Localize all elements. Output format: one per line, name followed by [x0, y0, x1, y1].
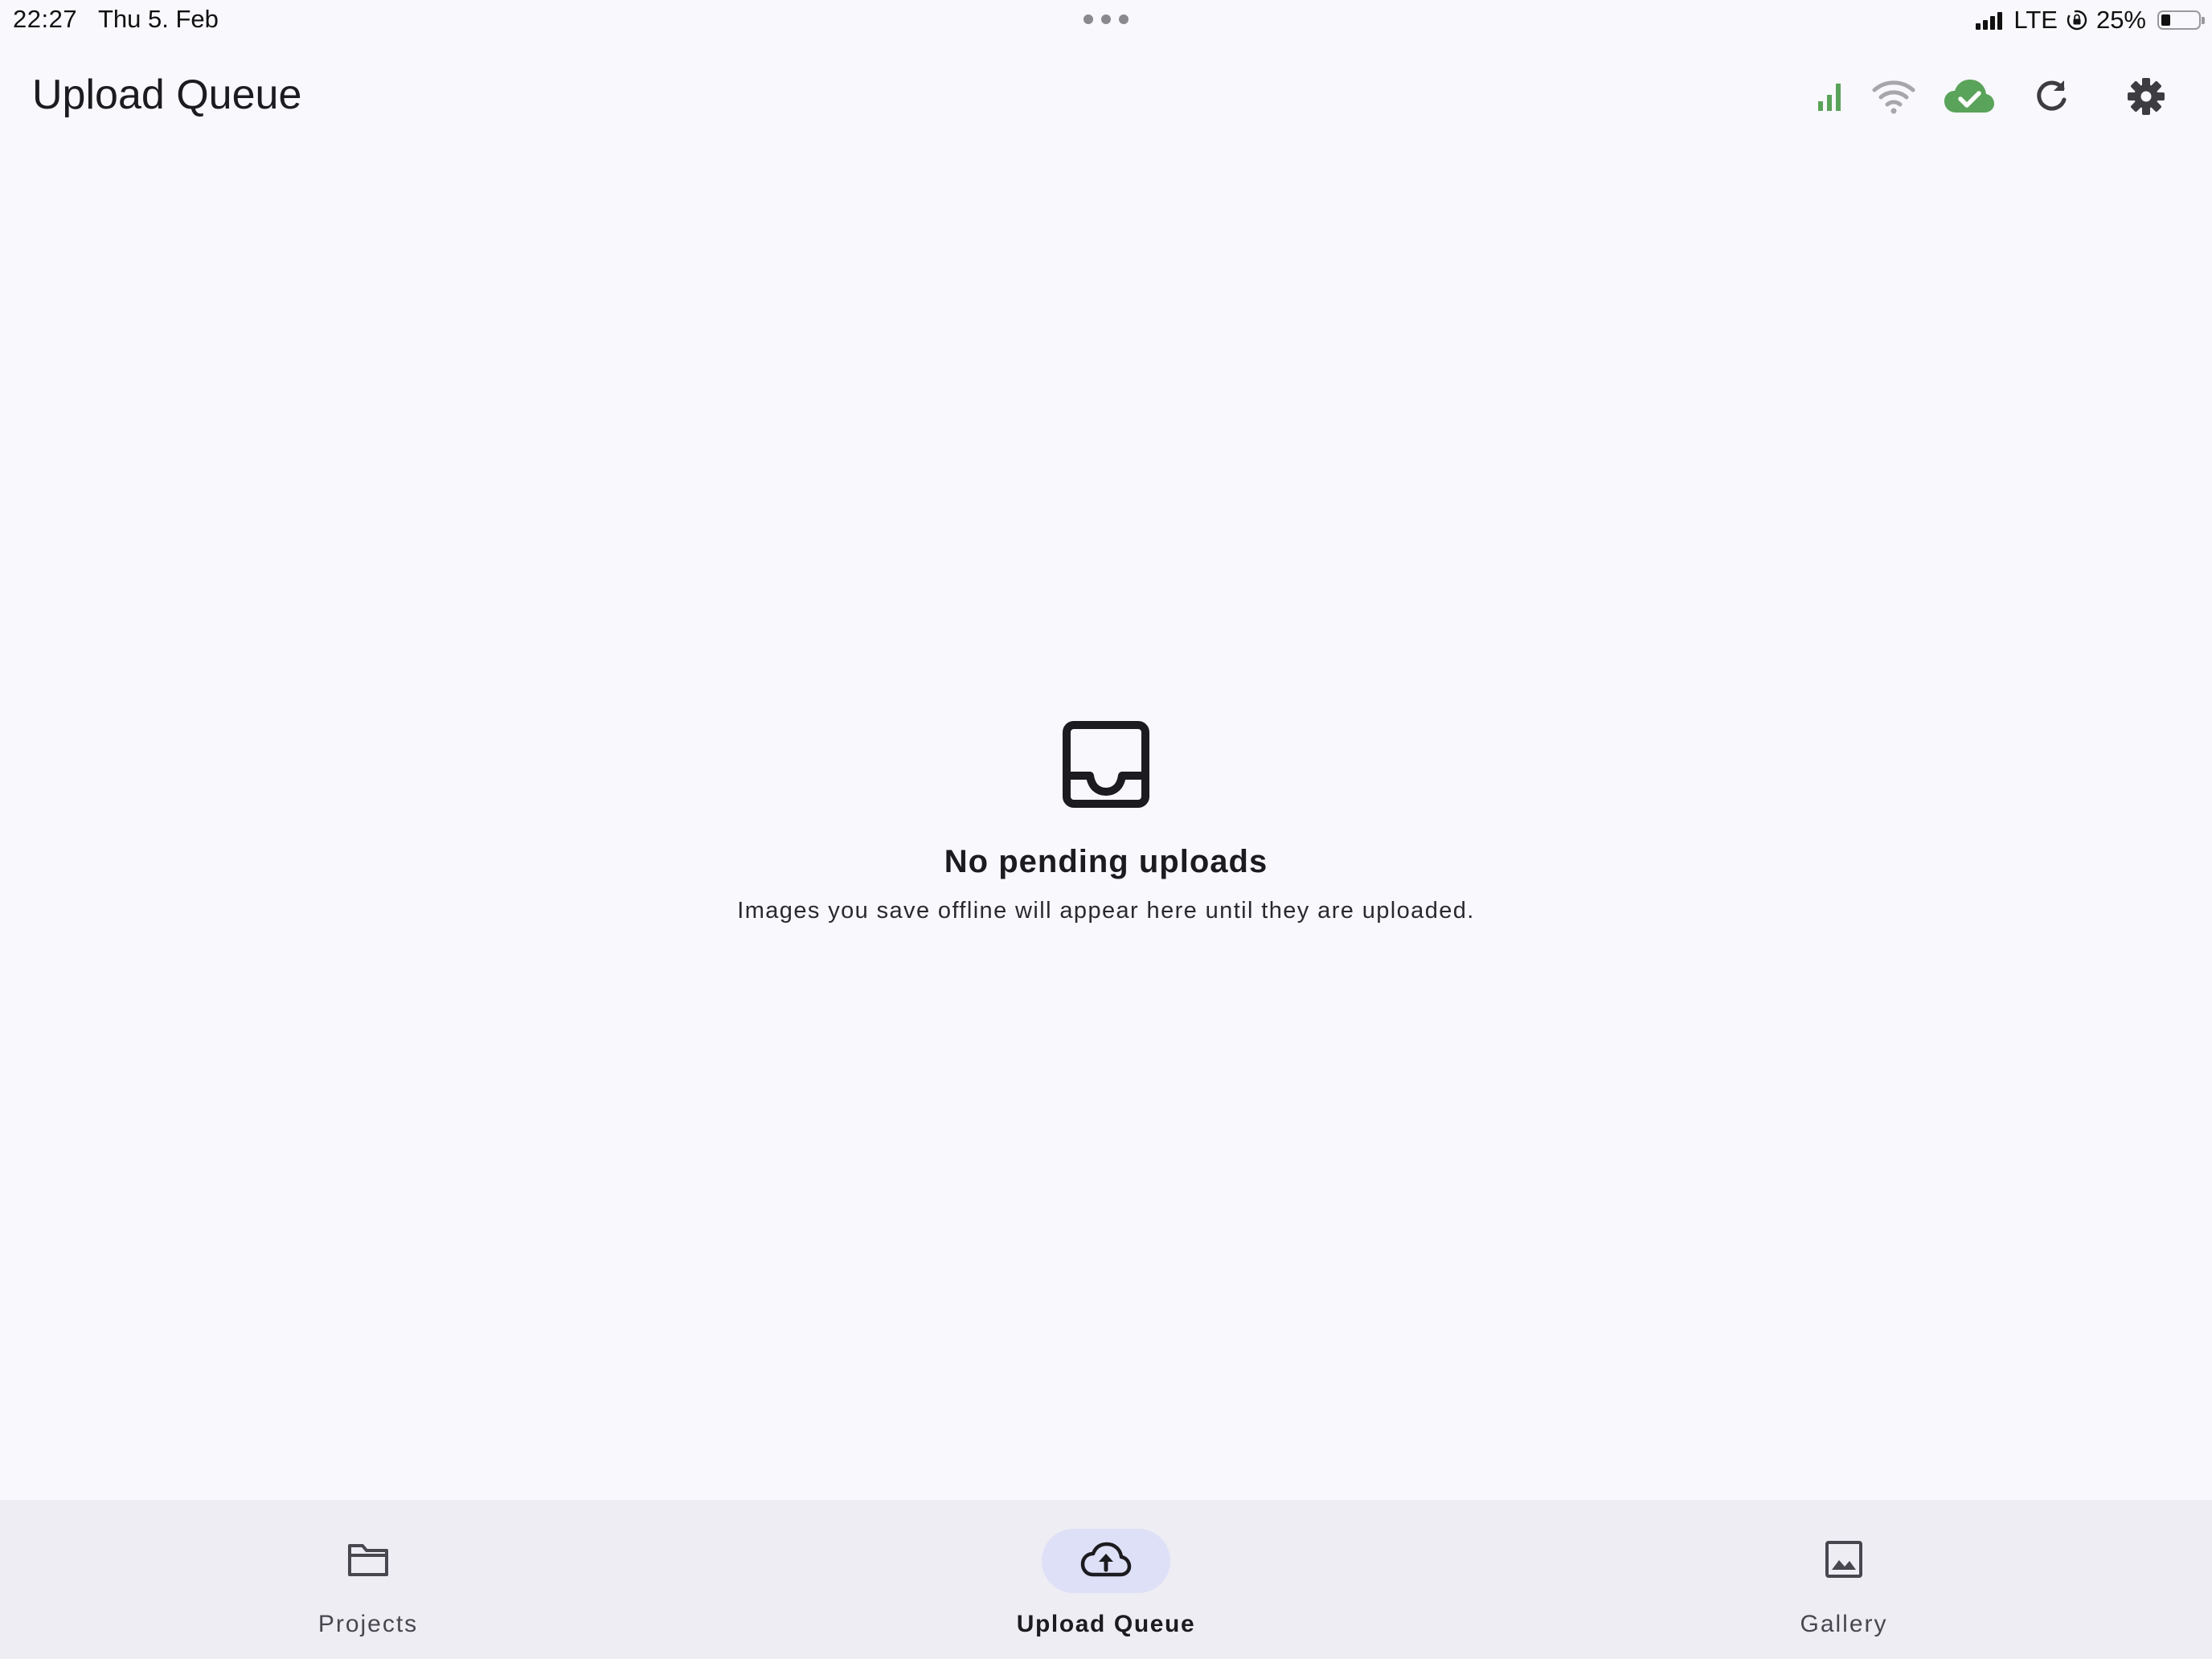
- multitasking-handle[interactable]: [1083, 14, 1129, 24]
- app-bar: Upload Queue: [0, 56, 2212, 137]
- network-type: LTE: [2013, 6, 2058, 34]
- nav-pill-gallery: [1780, 1529, 1908, 1593]
- nav-item-projects[interactable]: Projects: [207, 1500, 529, 1659]
- empty-state-title: No pending uploads: [944, 844, 1268, 879]
- nav-item-upload-queue[interactable]: Upload Queue: [945, 1500, 1267, 1659]
- cellular-signal-icon[interactable]: [1805, 71, 1857, 122]
- battery-percent: 25%: [2095, 6, 2146, 34]
- empty-state: No pending uploads Images you save offli…: [0, 719, 2212, 924]
- status-bar: 22:27 Thu 5. Feb LTE 25%: [0, 0, 2212, 40]
- cloud-upload-icon: [1080, 1541, 1132, 1582]
- inbox-icon: [1061, 719, 1151, 809]
- upload-queue-screen: 22:27 Thu 5. Feb LTE 25% Upload Queue No…: [0, 0, 2212, 1659]
- cellular-bars-icon: [1976, 10, 2003, 30]
- status-time: 22:27: [13, 5, 78, 33]
- nav-label-gallery: Gallery: [1800, 1611, 1888, 1637]
- status-date: Thu 5. Feb: [98, 5, 219, 33]
- refresh-icon[interactable]: [2026, 71, 2077, 122]
- nav-item-gallery[interactable]: Gallery: [1683, 1500, 2005, 1659]
- wifi-icon[interactable]: [1868, 71, 1919, 122]
- nav-label-projects: Projects: [317, 1611, 419, 1637]
- status-indicators: LTE 25%: [1976, 5, 2205, 35]
- orientation-lock-icon: [2066, 9, 2088, 31]
- image-icon: [1824, 1539, 1864, 1583]
- battery-icon: [2157, 10, 2205, 30]
- nav-pill-projects: [304, 1529, 432, 1593]
- nav-label-upload-queue: Upload Queue: [1016, 1611, 1196, 1637]
- cloud-done-icon[interactable]: [1937, 71, 2001, 122]
- page-title: Upload Queue: [32, 72, 302, 118]
- folder-icon: [346, 1541, 390, 1582]
- empty-state-subtitle: Images you save offline will appear here…: [737, 898, 1475, 924]
- nav-pill-upload-queue: [1042, 1529, 1170, 1593]
- bottom-navigation: Projects Upload Queue Gallery: [0, 1500, 2212, 1659]
- settings-icon[interactable]: [2120, 71, 2172, 122]
